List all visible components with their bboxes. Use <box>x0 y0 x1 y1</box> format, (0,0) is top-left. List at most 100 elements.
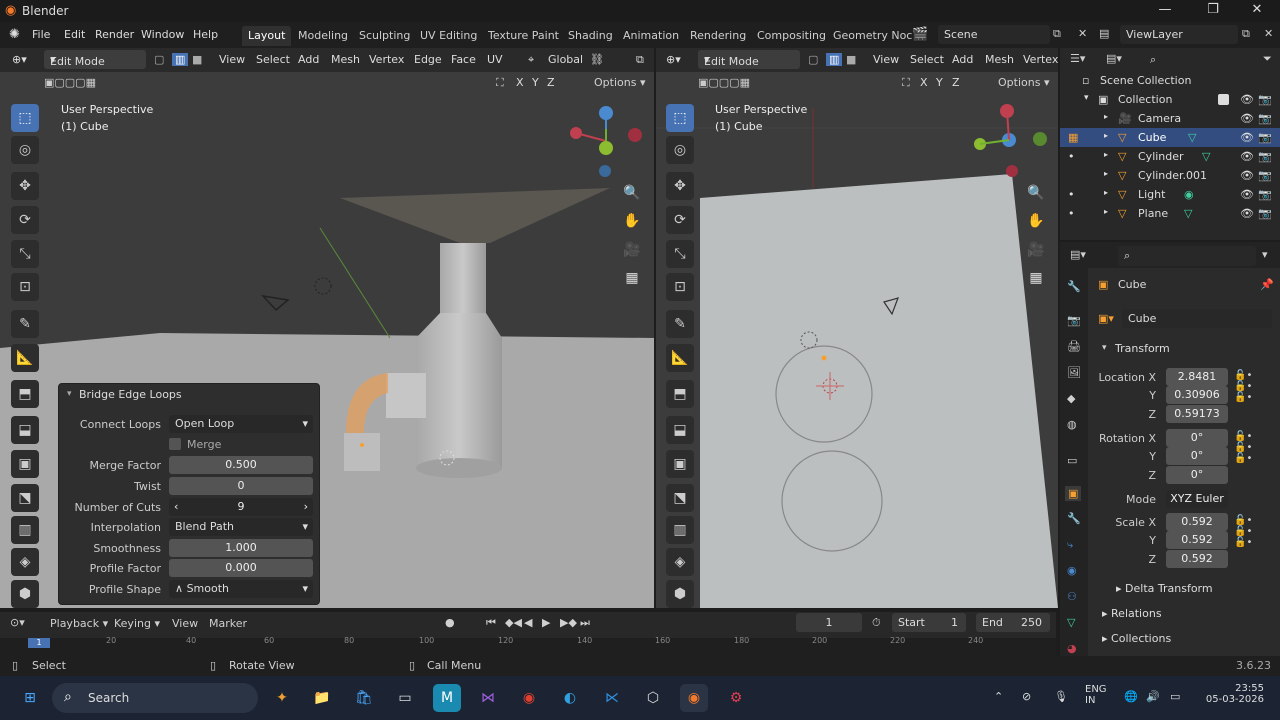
output-tab-icon[interactable]: 🖨 <box>1067 340 1081 353</box>
collections-panel[interactable]: ▸ Collections <box>1102 632 1171 645</box>
object-name-field[interactable]: Cube <box>1122 309 1272 328</box>
camera-render-icon[interactable]: 📷 <box>1258 169 1272 182</box>
timeline-menu-playback[interactable]: Playback ▾ <box>50 617 108 630</box>
transform-orientation-icon[interactable]: ⌖ <box>528 53 534 67</box>
scale-lock-icons[interactable]: 🔓• 🔓• 🔓• <box>1234 515 1252 548</box>
right-measure-tool-icon[interactable]: 📐 <box>666 344 694 372</box>
right-knife-tool-icon[interactable]: ◈ <box>666 548 694 576</box>
right-mode-selector[interactable]: Edit Mode ▾ <box>698 50 800 69</box>
new-view-layer-icon[interactable]: ⧉ <box>1242 27 1250 41</box>
scale-y-field[interactable]: 0.592 <box>1166 531 1228 549</box>
interpolation-dropdown[interactable]: Blend Path ▾ <box>169 518 313 536</box>
right-menu-add[interactable]: Add <box>952 53 973 66</box>
right-viewport[interactable]: ⊕▾ Edit Mode ▾ ▢ ▥ ■ View Select Add Mes… <box>656 48 1058 608</box>
timeline-scrubber[interactable]: 1 20 40 60 80 100 120 140 160 180 200 22… <box>0 636 1056 656</box>
left-menu-uv[interactable]: UV <box>487 53 503 66</box>
right-add-cube-tool-icon[interactable]: ⬒ <box>666 380 694 408</box>
outliner-item-cube[interactable]: ▦ ▸ ▽ Cube ▽ 👁 📷 <box>1060 128 1280 147</box>
left-options-button[interactable]: Options ▾ <box>594 76 645 89</box>
left-pan-icon[interactable]: ✋ <box>619 208 645 234</box>
eye-icon[interactable]: 👁 <box>1240 207 1254 220</box>
tab-shading[interactable]: Shading <box>562 26 619 46</box>
poly-build-tool-icon[interactable]: ⬢ <box>11 580 39 608</box>
eye-icon[interactable]: 👁 <box>1240 93 1254 106</box>
eye-icon[interactable]: 👁 <box>1240 150 1254 163</box>
current-frame-field[interactable]: 1 <box>796 613 862 632</box>
scale-x-field[interactable]: 0.592 <box>1166 513 1228 531</box>
eye-icon[interactable]: 👁 <box>1240 131 1254 144</box>
outliner-item-cylinder[interactable]: • ▸ ▽ Cylinder ▽ 👁 📷 <box>1060 147 1280 166</box>
move-tool-icon[interactable]: ✥ <box>11 172 39 200</box>
timeline-menu-view[interactable]: View <box>172 617 198 630</box>
right-loop-cut-tool-icon[interactable]: ▥ <box>666 516 694 544</box>
close-icon[interactable]: ✕ <box>1242 2 1272 20</box>
left-menu-face[interactable]: Face <box>451 53 476 66</box>
tab-texture-paint[interactable]: Texture Paint <box>482 26 565 46</box>
left-menu-vertex[interactable]: Vertex <box>369 53 404 66</box>
right-menu-view[interactable]: View <box>873 53 899 66</box>
outliner-item-cylinder-001[interactable]: ▸ ▽ Cylinder.001 👁 📷 <box>1060 166 1280 185</box>
windows-start-icon[interactable]: ⊞ <box>16 684 44 712</box>
outliner-item-light[interactable]: • ▸ ▽ Light ◉ 👁 📷 <box>1060 185 1280 204</box>
blender-taskbar-icon[interactable]: ◉ <box>680 684 708 712</box>
scene-selector[interactable]: Scene <box>938 25 1050 44</box>
menu-edit[interactable]: Edit <box>64 28 85 41</box>
snap-icon[interactable]: ⧉ <box>636 53 644 67</box>
right-camera-view-icon[interactable]: 🎥 <box>1023 237 1049 263</box>
right-selection-mode-icons[interactable]: ▣▢▢▢▦ <box>698 76 750 89</box>
microphone-icon[interactable]: 🎙 <box>1054 690 1068 703</box>
language-indicator[interactable]: ENG IN <box>1085 684 1107 706</box>
battery-icon[interactable]: ▭ <box>1170 690 1180 703</box>
loop-cut-tool-icon[interactable]: ▥ <box>11 516 39 544</box>
tab-uv-editing[interactable]: UV Editing <box>414 26 483 46</box>
selection-mode-icons[interactable]: ▣▢▢▢▦ <box>44 76 96 89</box>
pivot-icon[interactable]: ⛓ <box>590 53 604 66</box>
menu-window[interactable]: Window <box>141 28 184 41</box>
menu-file[interactable]: File <box>32 28 50 41</box>
maximize-icon[interactable]: ❐ <box>1198 2 1228 20</box>
properties-options-icon[interactable]: ▾ <box>1262 248 1268 261</box>
vscode-icon[interactable]: ⋉ <box>598 684 626 712</box>
show-hidden-icons[interactable]: ⌃ <box>994 690 1003 703</box>
profile-factor-field[interactable]: 0.000 <box>169 559 313 577</box>
left-menu-add[interactable]: Add <box>298 53 319 66</box>
minimize-icon[interactable]: — <box>1150 2 1180 20</box>
right-grid-view-icon[interactable]: ▦ <box>1023 265 1049 291</box>
right-menu-mesh[interactable]: Mesh <box>985 53 1014 66</box>
left-camera-view-icon[interactable]: 🎥 <box>619 237 645 263</box>
playhead[interactable]: 1 <box>28 638 50 648</box>
delta-transform-panel[interactable]: ▸ Delta Transform <box>1116 582 1213 595</box>
outliner-item-camera[interactable]: ▸ 🎥 Camera 👁 📷 <box>1060 109 1280 128</box>
view-layer-selector[interactable]: ViewLayer <box>1120 25 1238 44</box>
outliner-item-plane[interactable]: • ▸ ▽ Plane ▽ 👁 📷 <box>1060 204 1280 223</box>
select-box-tool-icon[interactable]: ⬚ <box>11 104 39 132</box>
store-icon[interactable]: 🛍 <box>350 684 378 712</box>
right-scale-tool-icon[interactable]: ⤡ <box>666 240 694 268</box>
left-axis-y[interactable]: Y <box>532 76 539 89</box>
remove-scene-icon[interactable]: ✕ <box>1078 27 1087 40</box>
material-tab-icon[interactable]: ◕ <box>1067 642 1077 655</box>
right-navigation-gizmo[interactable] <box>974 103 1054 178</box>
right-pan-icon[interactable]: ✋ <box>1023 208 1049 234</box>
tool-tab-icon[interactable]: 🔧 <box>1067 280 1081 293</box>
tab-layout[interactable]: Layout <box>242 26 292 46</box>
rotate-tool-icon[interactable]: ⟳ <box>11 206 39 234</box>
right-axis-x[interactable]: X <box>920 76 928 89</box>
outliner-collection[interactable]: ▾ ▣ Collection 👁 📷 <box>1060 90 1280 109</box>
transform-collapse-icon[interactable]: ▾ <box>1102 343 1107 353</box>
extrude-tool-icon[interactable]: ⬓ <box>11 416 39 444</box>
eye-icon[interactable]: 👁 <box>1240 169 1254 182</box>
play-reverse-icon[interactable]: ◀ <box>524 616 532 629</box>
blender-menu-icon[interactable]: ✺ <box>9 27 20 42</box>
right-axis-y[interactable]: Y <box>936 76 943 89</box>
location-z-field[interactable]: 0.59173 <box>1166 405 1228 423</box>
right-edge-select-icon[interactable]: ▥ <box>826 53 843 66</box>
timeline-menu-marker[interactable]: Marker <box>209 617 247 630</box>
tab-rendering[interactable]: Rendering <box>684 26 752 46</box>
right-options-button[interactable]: Options ▾ <box>998 76 1049 89</box>
right-move-tool-icon[interactable]: ✥ <box>666 172 694 200</box>
tab-animation[interactable]: Animation <box>617 26 685 46</box>
outliner-scene-collection[interactable]: ▫ Scene Collection <box>1060 71 1280 90</box>
editor-type-icon[interactable]: ⊕▾ <box>12 53 27 66</box>
left-menu-view[interactable]: View <box>219 53 245 66</box>
